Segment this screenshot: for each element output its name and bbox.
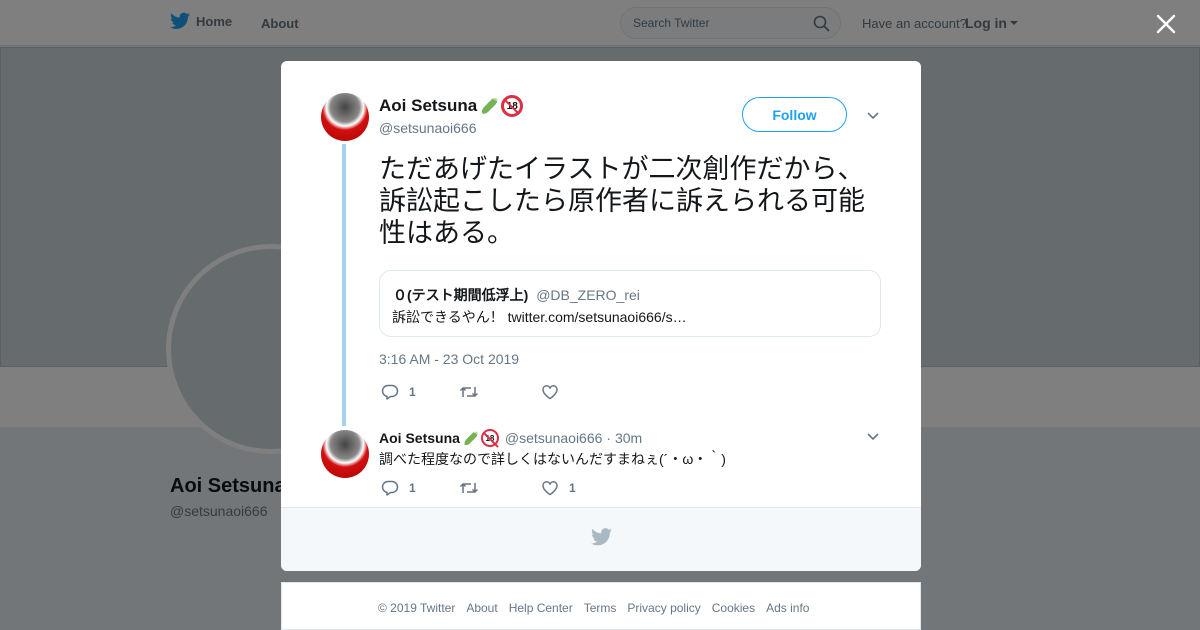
like-icon xyxy=(542,481,558,496)
reply-author-name[interactable]: Aoi Setsuna 18 xyxy=(379,429,499,447)
like-action[interactable]: 1 xyxy=(541,479,576,497)
author-name-text: Aoi Setsuna xyxy=(379,96,478,115)
modal-footer xyxy=(281,507,921,571)
thread-line xyxy=(342,144,346,426)
footer-link-ads-info[interactable]: Ads info xyxy=(766,601,809,615)
quoted-author-name: ０(テスト期間低浮上) xyxy=(393,287,529,303)
reply-icon xyxy=(381,480,399,496)
reply-action[interactable]: 1 xyxy=(381,479,459,497)
tweet-text: ただあげたイラストが二次創作だから、訴訟起こしたら原作者に訴えられる可能性はある… xyxy=(379,154,865,248)
author-avatar[interactable] xyxy=(321,93,369,141)
tweet-modal: Aoi Setsuna 18 @setsunaoi666 Follow ただあげ… xyxy=(281,61,921,571)
reply-author-name-text: Aoi Setsuna xyxy=(379,430,460,446)
chevron-down-icon[interactable] xyxy=(866,430,880,444)
like-action[interactable] xyxy=(541,383,559,401)
footer-link-about[interactable]: About xyxy=(466,601,497,615)
cucumber-emoji xyxy=(464,431,478,445)
reply-action[interactable]: 1 xyxy=(381,383,459,401)
footer-link-terms[interactable]: Terms xyxy=(584,601,617,615)
retweet-action[interactable] xyxy=(459,479,541,497)
reply-icon xyxy=(381,384,399,400)
reply-like-count: 1 xyxy=(569,481,576,495)
reply-text: 調べた程度なので詳しくはないんだすまねぇ(´・ω・｀) xyxy=(379,451,726,467)
reply-header: Aoi Setsuna 18 @setsunaoi666 · 30m xyxy=(379,429,642,447)
follow-button[interactable]: Follow xyxy=(742,97,847,132)
tweet-actions: 1 xyxy=(381,383,559,401)
chevron-down-icon[interactable] xyxy=(866,109,880,123)
reply-reply-count: 1 xyxy=(409,481,416,495)
quoted-author-handle: @DB_ZERO_rei xyxy=(536,287,640,303)
retweet-action[interactable] xyxy=(459,383,541,401)
author-name[interactable]: Aoi Setsuna 18 xyxy=(379,95,524,117)
no-under-18-emoji: 18 xyxy=(480,429,499,447)
tweet-timestamp[interactable]: 3:16 AM - 23 Oct 2019 xyxy=(379,351,519,367)
footer-links: © 2019 Twitter About Help Center Terms P… xyxy=(378,601,809,615)
reply-time[interactable]: · 30m xyxy=(606,430,642,446)
footer-copyright: © 2019 Twitter xyxy=(378,601,456,615)
reply-author-handle[interactable]: @setsunaoi666 xyxy=(505,430,603,446)
quoted-tweet-text: 訴訟できるやん！ twitter.com/setsunaoi666/s… xyxy=(392,309,687,325)
close-icon[interactable] xyxy=(1154,12,1178,36)
footer-link-cookies[interactable]: Cookies xyxy=(712,601,755,615)
twitter-bird-icon xyxy=(591,528,612,546)
site-footer: © 2019 Twitter About Help Center Terms P… xyxy=(281,582,921,630)
reply-author-avatar[interactable] xyxy=(321,430,369,478)
retweet-icon xyxy=(459,483,479,493)
quoted-tweet-header: ０(テスト期間低浮上) @DB_ZERO_rei xyxy=(393,285,640,305)
no-under-18-emoji: 18 xyxy=(501,95,524,117)
reply-count: 1 xyxy=(409,385,416,399)
reply-actions: 1 1 xyxy=(381,479,576,497)
footer-link-privacy[interactable]: Privacy policy xyxy=(627,601,700,615)
quoted-tweet[interactable]: ０(テスト期間低浮上) @DB_ZERO_rei 訴訟できるやん！ twitte… xyxy=(379,270,881,337)
footer-link-help-center[interactable]: Help Center xyxy=(509,601,573,615)
cucumber-emoji xyxy=(482,98,498,114)
retweet-icon xyxy=(459,387,479,397)
author-handle[interactable]: @setsunaoi666 xyxy=(379,120,477,136)
like-icon xyxy=(542,385,558,400)
